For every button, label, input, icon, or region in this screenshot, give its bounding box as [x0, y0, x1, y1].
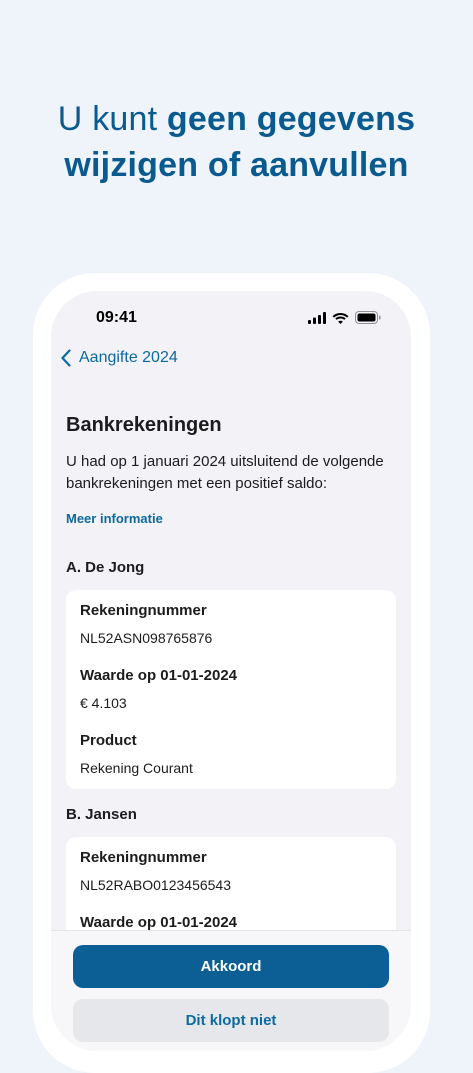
wifi-icon: [332, 312, 349, 324]
field-label: Waarde op 01-01-2024: [80, 667, 238, 684]
account-card: Rekeningnummer NL52ASN098765876 Waarde o…: [66, 590, 396, 789]
account-owner: A. De Jong: [66, 559, 145, 576]
account-field: Product Rekening Courant: [80, 731, 382, 789]
status-bar: 09:41: [51, 291, 411, 345]
field-value: NL52RABO0123456543: [80, 877, 232, 893]
account-field: Waarde op 01-01-2024 € 4.103: [80, 666, 382, 713]
status-time: 09:41: [96, 309, 137, 326]
headline-line-1: U kunt geen gegevens: [0, 96, 473, 142]
headline-line-2: wijzigen of aanvullen: [64, 146, 409, 184]
account-field: Rekeningnummer NL52RABO0123456543: [80, 848, 382, 895]
field-label: Rekeningnummer: [80, 602, 207, 619]
battery-icon: [355, 311, 381, 324]
marketing-headline: U kunt geen gegevens wijzigen of aanvull…: [0, 96, 473, 188]
phone-screen: 09:41 Aangifte 2024 Bankrekeningen U had…: [51, 291, 411, 1051]
back-button-label: Aangifte 2024: [79, 349, 178, 366]
intro-text: U had op 1 januari 2024 uitsluitend de v…: [66, 453, 384, 492]
chevron-left-icon: [61, 349, 71, 367]
account-owner: B. Jansen: [66, 806, 137, 823]
signal-icon: [308, 311, 326, 324]
page-content: Bankrekeningen U had op 1 januari 2024 u…: [66, 411, 396, 951]
akkoord-button[interactable]: Akkoord: [73, 945, 389, 988]
field-value: NL52ASN098765876: [80, 630, 213, 646]
account-field: Rekeningnummer NL52ASN098765876: [80, 601, 382, 648]
more-info-link[interactable]: Meer informatie: [66, 511, 163, 526]
headline-bold-text: geen gegevens: [166, 100, 416, 138]
back-button[interactable]: Aangifte 2024: [61, 349, 178, 367]
field-label: Product: [80, 732, 137, 749]
headline-regular-text: U kunt: [57, 100, 167, 138]
status-icons: [308, 311, 381, 324]
dit-klopt-niet-button[interactable]: Dit klopt niet: [73, 999, 389, 1042]
page-title: Bankrekeningen: [66, 414, 222, 436]
field-value: Rekening Courant: [80, 760, 193, 776]
field-value: € 4.103: [80, 695, 127, 711]
action-bar: Akkoord Dit klopt niet: [51, 930, 411, 1051]
field-label: Rekeningnummer: [80, 849, 207, 866]
